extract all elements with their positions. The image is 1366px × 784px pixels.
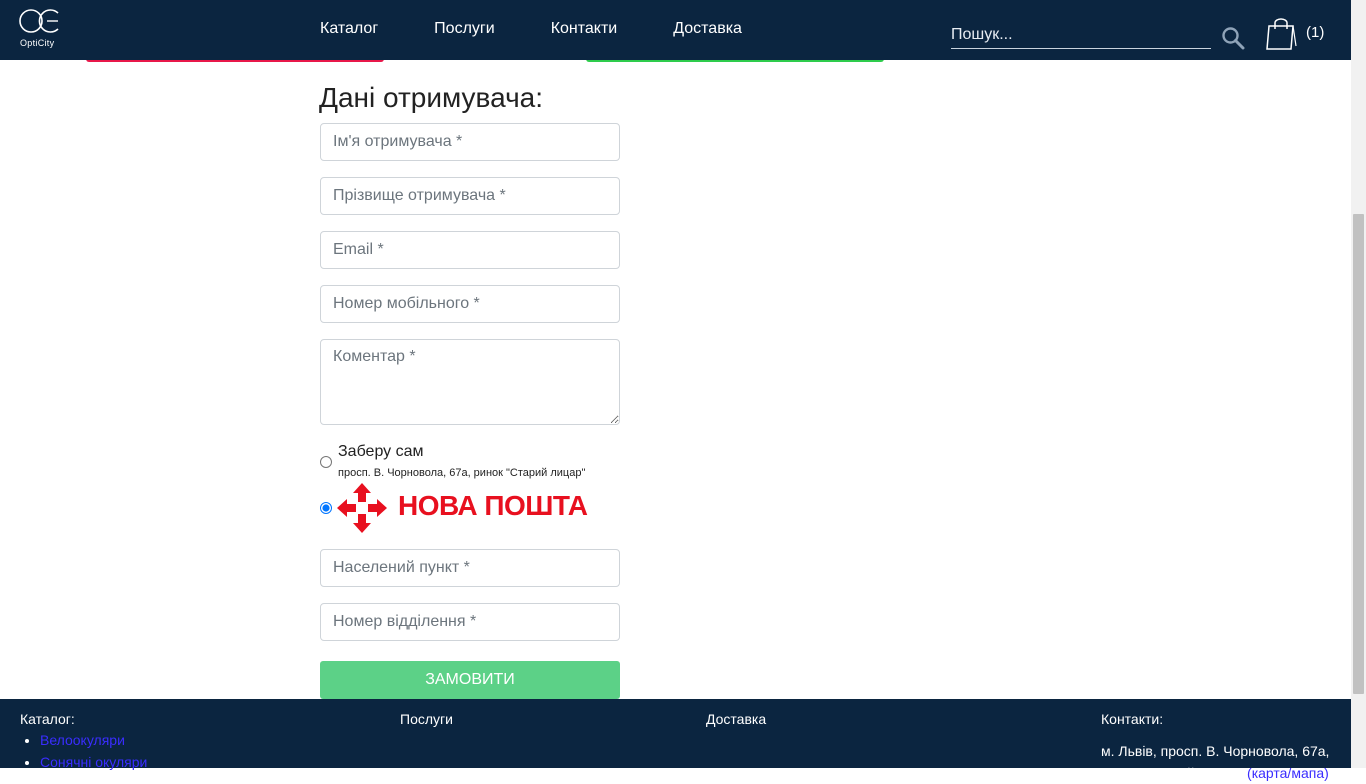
footer-address: м. Львів, просп. В. Чорновола, 67а, рино… <box>1101 740 1341 784</box>
nav-contacts[interactable]: Контакти <box>551 19 618 39</box>
form-title: Дані отримувача: <box>319 82 544 113</box>
last-name-field[interactable] <box>320 177 620 215</box>
nova-poshta-radio[interactable] <box>320 502 332 514</box>
comment-field[interactable] <box>320 339 620 425</box>
pickup-radio[interactable] <box>320 456 332 468</box>
email-field[interactable] <box>320 231 620 269</box>
order-button[interactable]: ЗАМОВИТИ <box>320 661 620 699</box>
search-input[interactable] <box>951 22 1211 49</box>
footer-catalog-list: Велоокуляри Сонячні окуляри <box>22 732 147 776</box>
shopping-bag-icon[interactable] <box>1264 17 1298 51</box>
map-link[interactable]: (карта/мапа) <box>1247 765 1329 781</box>
site-header: OptiCity Каталог Послуги Контакти Достав… <box>0 0 1351 60</box>
nova-poshta-logo-icon <box>337 483 387 533</box>
site-footer: Каталог: Велоокуляри Сонячні окуляри Пос… <box>0 699 1351 781</box>
footer-services-title[interactable]: Послуги <box>400 711 453 727</box>
nova-poshta-label: НОВА ПОШТА <box>398 490 588 521</box>
address-line: м. Львів, просп. В. Чорновола, 67а, <box>1101 743 1330 759</box>
search-icon[interactable] <box>1221 26 1245 50</box>
footer-delivery-title[interactable]: Доставка <box>706 711 766 727</box>
address-line: ринок "Старий лицар" <box>1101 765 1244 781</box>
logo-text: OptiCity <box>20 38 55 48</box>
nav-services[interactable]: Послуги <box>434 19 495 39</box>
pickup-address: просп. В. Чорновола, 67а, ринок "Старий … <box>338 467 586 479</box>
list-item: Велоокуляри <box>40 732 147 748</box>
scrollbar-thumb[interactable] <box>1353 214 1364 694</box>
nav-delivery[interactable]: Доставка <box>673 19 742 39</box>
footer-contacts-title: Контакти: <box>1101 711 1164 727</box>
search-box <box>951 22 1211 49</box>
branch-field[interactable] <box>320 603 620 641</box>
city-field[interactable] <box>320 549 620 587</box>
nav-catalog[interactable]: Каталог <box>320 19 378 39</box>
phone-field[interactable] <box>320 285 620 323</box>
footer-catalog-title: Каталог: <box>20 711 75 727</box>
cart-count[interactable]: (1) <box>1306 24 1324 41</box>
footer-link-cycling-glasses[interactable]: Велоокуляри <box>40 732 125 748</box>
scrollbar[interactable] <box>1351 0 1366 768</box>
first-name-field[interactable] <box>320 123 620 161</box>
pickup-label: Заберу сам <box>338 443 424 460</box>
main-nav: Каталог Послуги Контакти Доставка <box>320 19 798 39</box>
